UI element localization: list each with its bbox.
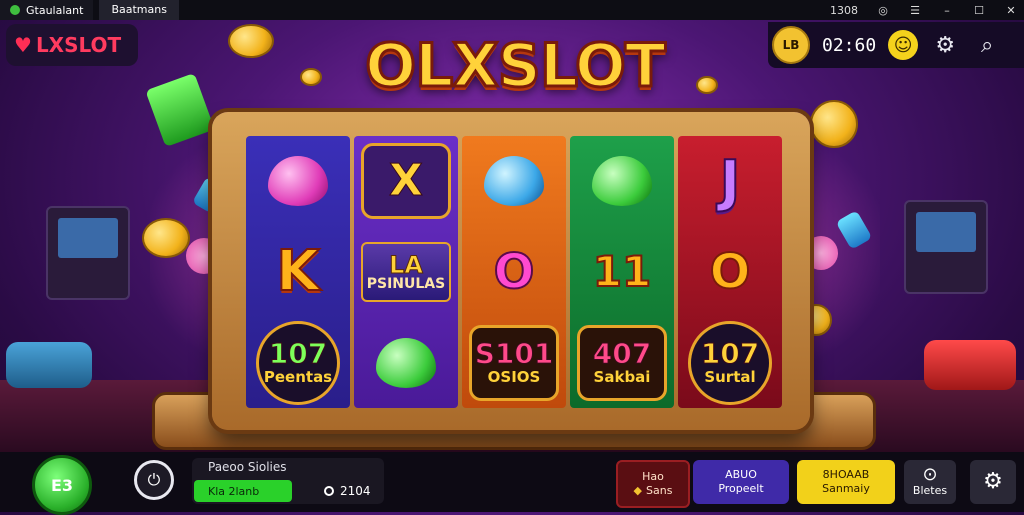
badge-number: 407 — [592, 337, 652, 371]
browser-tab[interactable]: Baatmans — [99, 0, 179, 20]
menu-icon[interactable]: ☰ — [908, 4, 922, 17]
search-icon[interactable]: ⌕ — [972, 30, 1002, 60]
symbol-badge: 107 Surtal — [685, 320, 775, 405]
stats-value: 2104 — [340, 484, 371, 498]
settings-button[interactable]: ⚙ — [970, 460, 1016, 504]
coin-outline-icon — [324, 486, 334, 496]
promotions-title: ABUO — [725, 467, 757, 481]
badge-label: Peentas — [263, 368, 333, 387]
timer-display: 02:60 — [822, 34, 877, 56]
symbol-green-gem — [361, 323, 451, 403]
rules-button[interactable]: ⊙ Bletes — [904, 460, 956, 504]
summary-label: Sanmaiy — [822, 482, 870, 495]
titlebar-counter: 1308 — [830, 3, 858, 17]
coin-icon — [228, 24, 274, 58]
symbol-badge: S101 OSIOS — [469, 323, 559, 403]
badge-label: OSIOS — [487, 368, 541, 387]
bet-button[interactable]: Hao ◆ Sans — [616, 460, 690, 508]
window-controls: 1308 ◎ ☰ – ☐ ✕ — [830, 0, 1018, 20]
arcade-machine-right — [904, 200, 988, 294]
coin-icon — [696, 76, 718, 94]
brand-logo[interactable]: ♥ LXSLOT — [6, 24, 138, 66]
arcade-machine-left — [46, 206, 130, 300]
symbol-pink-gem — [253, 141, 343, 221]
spin-button[interactable]: E3 — [32, 455, 92, 515]
location-icon[interactable]: ◎ — [876, 4, 890, 17]
bet-button-label: Sans — [646, 484, 673, 497]
badge-label: Sakbai — [593, 368, 651, 387]
plate-label: PSINULAS — [366, 275, 446, 292]
app-icon — [10, 5, 20, 15]
red-stool — [924, 340, 1016, 390]
symbol-o: O — [709, 243, 752, 301]
bet-button-sub: ◆ Sans — [634, 484, 673, 498]
reels: K 107 Peentas X LA PSINULAS O S101 OSIOS — [246, 136, 782, 408]
close-icon[interactable]: ✕ — [1004, 4, 1018, 17]
promotions-label: Propeelt — [718, 482, 764, 495]
plate-title: LA — [389, 250, 424, 279]
diamond-icon: ◆ — [633, 484, 643, 497]
heart-icon: ♥ — [14, 33, 32, 57]
reel-2: X LA PSINULAS — [354, 136, 458, 408]
reel-4: 11 407 Sakbai — [570, 136, 674, 408]
magnifier-icon: ⊙ — [922, 463, 938, 485]
stats-progress-bar: Kla 2lanb — [194, 480, 292, 502]
window-titlebar: Gtaulalant Baatmans 1308 ◎ ☰ – ☐ ✕ — [0, 0, 1024, 20]
badge-number: 107 — [268, 337, 328, 371]
reel-1: K 107 Peentas — [246, 136, 350, 408]
settings-gear-icon[interactable]: ⚙ — [930, 30, 960, 60]
badge-number: S101 — [474, 337, 554, 371]
coin-balance-button[interactable]: LB — [772, 26, 810, 64]
framed-letter: X — [389, 155, 424, 207]
symbol-plate: LA PSINULAS — [361, 232, 451, 312]
promotions-button[interactable]: ABUO Propeelt — [693, 460, 789, 504]
header-toolbar: LB 02:60 ☺ ⚙ ⌕ — [768, 22, 1024, 68]
summary-title: 8HOAAB — [822, 467, 870, 481]
symbol-letter: J — [719, 148, 742, 215]
coin-icon — [300, 68, 322, 86]
logo-text: LXSLOT — [35, 33, 122, 57]
rules-label: Bletes — [912, 483, 948, 497]
coin-icon — [142, 218, 190, 258]
symbol-badge: 107 Peentas — [253, 320, 343, 405]
app-tab[interactable]: Gtaulalant — [0, 0, 94, 20]
autoplay-icon[interactable]: ⏻ — [134, 460, 174, 500]
stats-value-group: 2104 — [324, 484, 371, 498]
stats-label: Paeoo Siolies — [208, 460, 287, 474]
symbol-green-gem — [577, 141, 667, 221]
reel-5: J O 107 Surtal — [678, 136, 782, 408]
game-title: OLXSLOT — [364, 30, 668, 103]
badge-label: Surtal — [704, 368, 756, 387]
smiley-face-icon[interactable]: ☺ — [888, 30, 919, 60]
symbol-number: 11 — [592, 246, 652, 297]
symbol-letter: K — [275, 238, 320, 305]
symbol-o: O — [493, 243, 536, 301]
app-name: Gtaulalant — [26, 3, 84, 17]
summary-button[interactable]: 8HOAAB Sanmaiy — [797, 460, 895, 504]
symbol-badge: 407 Sakbai — [577, 323, 667, 403]
maximize-icon[interactable]: ☐ — [972, 4, 986, 17]
symbol-blue-gem — [469, 141, 559, 221]
gear-icon: ⚙ — [983, 468, 1003, 494]
reel-3: O S101 OSIOS — [462, 136, 566, 408]
coin-icon — [810, 100, 858, 148]
bet-button-title: Hao — [642, 469, 664, 483]
badge-number: 107 — [700, 337, 760, 371]
stats-panel: Paeoo Siolies Kla 2lanb 2104 — [192, 458, 384, 504]
blue-stool — [6, 342, 92, 388]
symbol-framed-letter: X — [361, 141, 451, 221]
minimize-icon[interactable]: – — [940, 4, 954, 17]
